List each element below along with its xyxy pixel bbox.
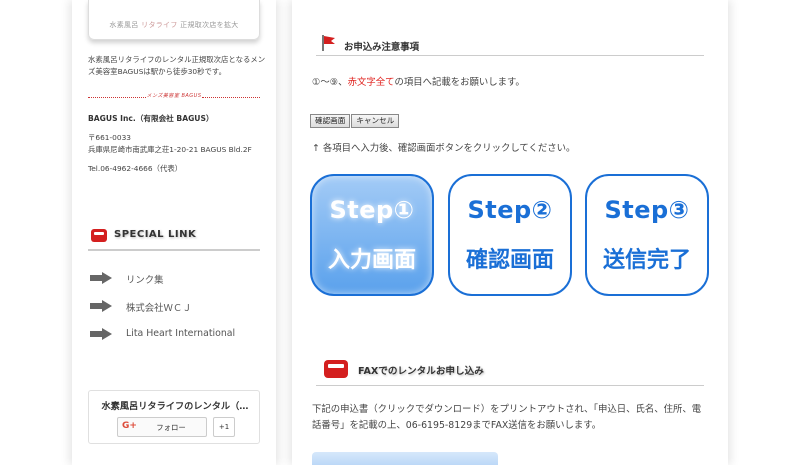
red-box-icon: [91, 229, 107, 242]
step-sub: 送信完了: [602, 248, 691, 273]
step-3-complete: Step③ 送信完了: [585, 174, 709, 296]
confirm-button[interactable]: 確認画面: [310, 114, 351, 128]
red-box-icon: [324, 360, 348, 378]
google-plus-widget: 水素風呂リタライフのレンタル（… G+ フォロー +1: [88, 390, 260, 444]
gplus-plus-one-button[interactable]: +1: [213, 417, 235, 437]
arrow-right-icon: [90, 300, 112, 312]
step-1-input: Step① 入力画面: [310, 174, 434, 296]
step-label: Step③: [604, 196, 690, 224]
fax-heading: FAXでのレンタルお申し込み: [316, 360, 704, 386]
notice-text-suffix: の項目へ記載をお願いします。: [394, 77, 525, 88]
step-sub: 入力画面: [327, 248, 416, 273]
special-link-title: SPECIAL LINK: [114, 229, 197, 240]
flag-icon: [322, 35, 335, 51]
step-label: Step②: [467, 196, 553, 224]
sidebar: 水素風呂 リタライフ 正規取次店を拡大 水素風呂リタライフのレンタル正規取次店と…: [72, 0, 276, 465]
banner-part-3: 正規取次店を拡大: [180, 21, 239, 29]
notice-heading: お申込み注意事項: [316, 34, 704, 56]
divider-line-right: [202, 97, 260, 98]
gplus-follow-button[interactable]: G+ フォロー: [117, 417, 207, 437]
company-name: BAGUS Inc.（有限会社 BAGUS）: [88, 114, 214, 123]
step-label: Step①: [329, 196, 415, 224]
company-address: 〒661-0033 兵庫県尼崎市南武庫之荘1-20-21 BAGUS Bld.2…: [88, 132, 274, 156]
google-plus-icon: G+: [122, 421, 137, 431]
cancel-button[interactable]: キャンセル: [351, 114, 400, 128]
postal-code: 〒661-0033: [88, 133, 131, 142]
main-content: お申込み注意事項 ①〜⑨、赤文字全ての項目へ記載をお願いします。 確認画面 キャン…: [292, 0, 728, 465]
notice-text: ①〜⑨、赤文字全ての項目へ記載をお願いします。: [312, 74, 525, 88]
step-2-confirm: Step② 確認画面: [448, 174, 572, 296]
notice-text-prefix: ①〜⑨、: [312, 77, 348, 88]
banner-part-2: リタライフ: [141, 21, 178, 29]
fax-instructions: 下記の申込書（クリックでダウンロード）をプリントアウトされ、「申込日、氏名、住所…: [312, 404, 702, 431]
instruction-text: ↑ 各項目へ入力後、確認画面ボタンをクリックしてください。: [312, 143, 576, 154]
link-label[interactable]: リンク集: [126, 272, 164, 286]
special-link-heading: SPECIAL LINK: [88, 227, 260, 251]
link-label[interactable]: 株式会社ＷＣＪ: [126, 300, 192, 314]
notice-text-red: 赤文字全て: [347, 77, 395, 88]
company-tel: Tel.06-4962-4666（代表）: [88, 164, 183, 173]
fax-title: FAXでのレンタルお申し込み: [358, 366, 484, 377]
form-button-row: 確認画面 キャンセル: [310, 108, 400, 128]
bagus-divider-logo: メンズ美容室 BAGUS: [88, 92, 260, 102]
notice-title: お申込み注意事項: [344, 42, 420, 53]
banner-part-1: 水素風呂: [109, 21, 139, 29]
arrow-right-icon: [90, 328, 112, 340]
link-label[interactable]: Lita Heart International: [126, 328, 235, 339]
gplus-page-title[interactable]: 水素風呂リタライフのレンタル（…: [89, 398, 261, 412]
arrow-right-icon: [90, 272, 112, 284]
step-sub: 確認画面: [465, 248, 554, 273]
rita-life-banner[interactable]: 水素風呂 リタライフ 正規取次店を拡大: [88, 0, 260, 40]
street-address: 兵庫県尼崎市南武庫之荘1-20-21 BAGUS Bld.2F: [88, 145, 252, 154]
shop-description: 水素風呂リタライフのレンタル正規取次店となるメンズ美容室BAGUSは駅から徒歩3…: [88, 55, 266, 76]
divider-line-left: [88, 97, 146, 98]
follow-label: フォロー: [156, 423, 186, 432]
divider-logo-text: メンズ美容室 BAGUS: [146, 93, 202, 99]
application-form-download-image[interactable]: [312, 452, 498, 465]
